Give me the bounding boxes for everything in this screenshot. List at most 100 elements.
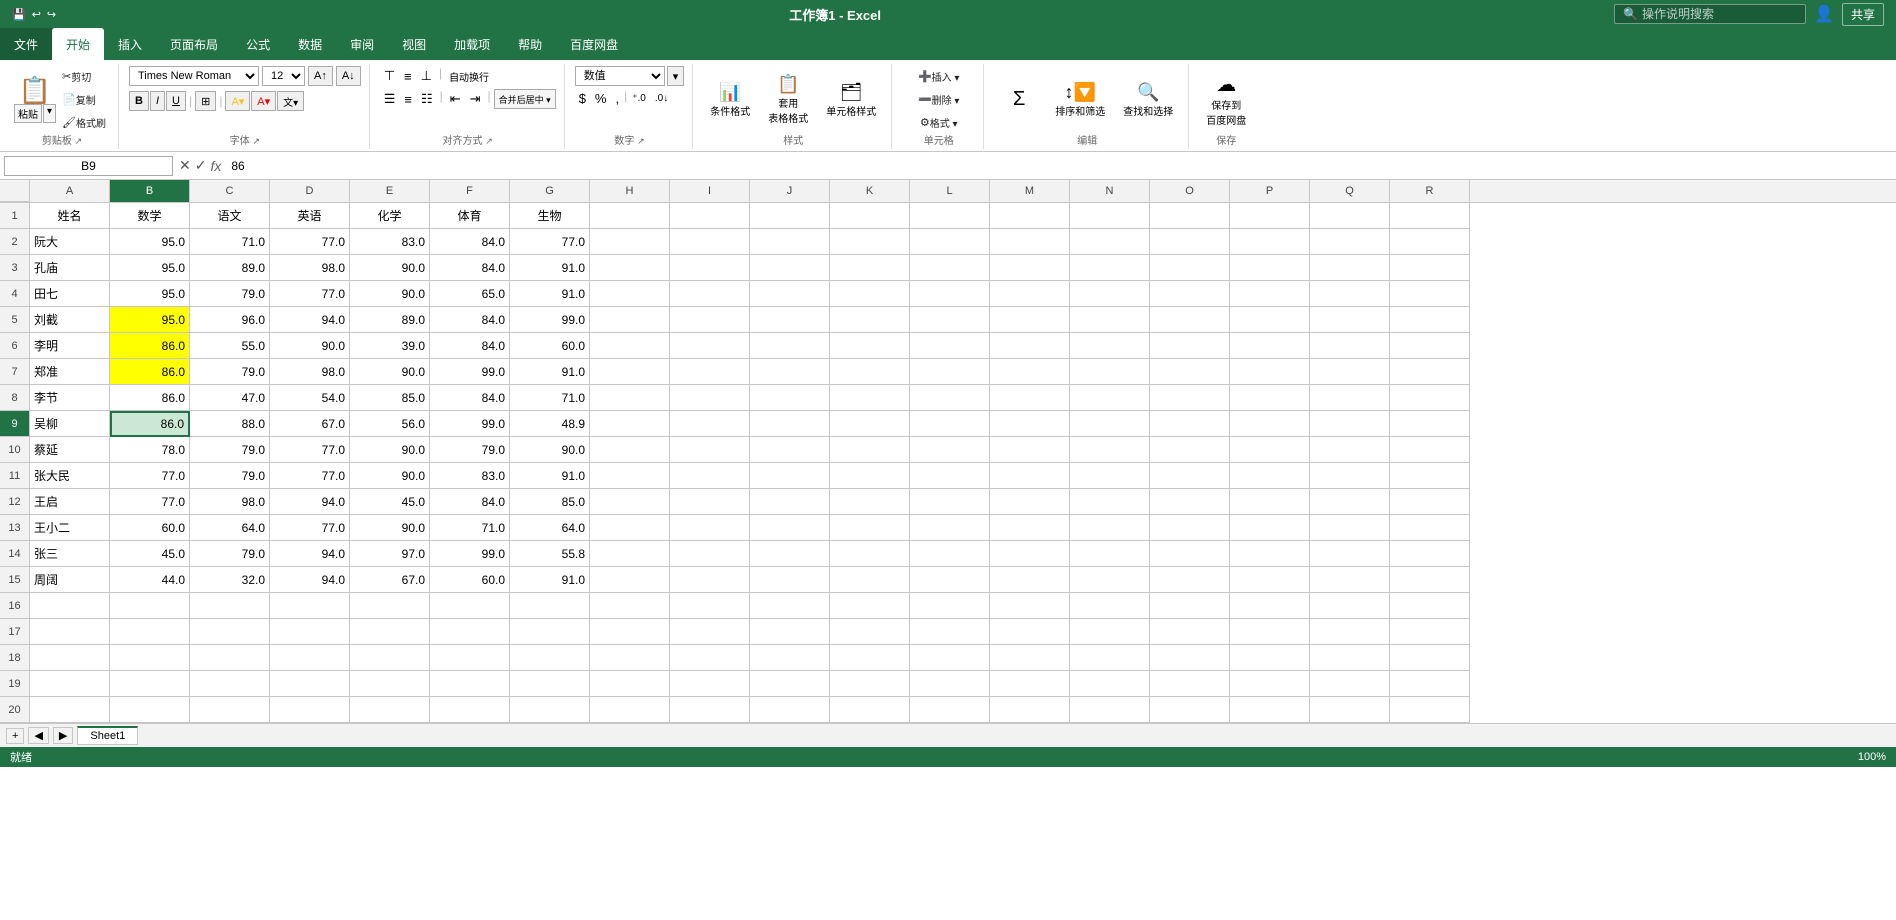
cell-P1[interactable] — [1230, 203, 1310, 229]
cell-A9[interactable]: 吴柳 — [30, 411, 110, 437]
cell-L2[interactable] — [910, 229, 990, 255]
cell-B15[interactable]: 44.0 — [110, 567, 190, 593]
tab-addins[interactable]: 加载项 — [440, 28, 504, 60]
cell-C1[interactable]: 语文 — [190, 203, 270, 229]
cancel-formula-button[interactable]: ✕ — [179, 157, 191, 174]
tab-help[interactable]: 帮助 — [504, 28, 556, 60]
wenzipa-button[interactable]: 文▾ — [277, 91, 304, 111]
cell-F7[interactable]: 99.0 — [430, 359, 510, 385]
cell-D9[interactable]: 67.0 — [270, 411, 350, 437]
cell-G11[interactable]: 91.0 — [510, 463, 590, 489]
cell-G10[interactable]: 90.0 — [510, 437, 590, 463]
tab-data[interactable]: 数据 — [284, 28, 336, 60]
tab-home[interactable]: 开始 — [52, 28, 104, 60]
col-header-D[interactable]: D — [270, 180, 350, 202]
cell-H1[interactable] — [590, 203, 670, 229]
tab-baidu[interactable]: 百度网盘 — [556, 28, 632, 60]
tab-pagelayout[interactable]: 页面布局 — [156, 28, 232, 60]
wrap-text-button[interactable]: 自动换行 — [445, 66, 493, 86]
align-middle-button[interactable]: ≡ — [400, 66, 416, 86]
cell-Q2[interactable] — [1310, 229, 1390, 255]
cell-E15[interactable]: 67.0 — [350, 567, 430, 593]
search-input[interactable] — [1642, 7, 1797, 21]
cell-D15[interactable]: 94.0 — [270, 567, 350, 593]
cell-F9[interactable]: 99.0 — [430, 411, 510, 437]
decrease-font-button[interactable]: A↓ — [336, 66, 361, 86]
cell-A5[interactable]: 刘截 — [30, 307, 110, 333]
row-num-8[interactable]: 8 — [0, 385, 30, 411]
row-num-6[interactable]: 6 — [0, 333, 30, 359]
align-bottom-button[interactable]: ⊥ — [417, 66, 436, 86]
cell-B1[interactable]: 数学 — [110, 203, 190, 229]
outdent-button[interactable]: ⇤ — [446, 89, 465, 109]
cell-G7[interactable]: 91.0 — [510, 359, 590, 385]
align-right-button[interactable]: ☷ — [417, 89, 437, 109]
increase-font-button[interactable]: A↑ — [308, 66, 333, 86]
row-num-3[interactable]: 3 — [0, 255, 30, 281]
tab-file[interactable]: 文件 — [0, 28, 52, 60]
comma-button[interactable]: , — [611, 89, 623, 108]
cell-F12[interactable]: 84.0 — [430, 489, 510, 515]
cell-A3[interactable]: 孔庙 — [30, 255, 110, 281]
cell-C3[interactable]: 89.0 — [190, 255, 270, 281]
cell-D14[interactable]: 94.0 — [270, 541, 350, 567]
cell-A13[interactable]: 王小二 — [30, 515, 110, 541]
cell-O2[interactable] — [1150, 229, 1230, 255]
cell-B7[interactable]: 86.0 — [110, 359, 190, 385]
cell-D7[interactable]: 98.0 — [270, 359, 350, 385]
paste-label[interactable]: 粘贴 — [14, 104, 42, 123]
bold-button[interactable]: B — [129, 91, 149, 111]
align-center-button[interactable]: ≡ — [400, 89, 416, 109]
col-header-O[interactable]: O — [1150, 180, 1230, 202]
cell-B3[interactable]: 95.0 — [110, 255, 190, 281]
cell-D3[interactable]: 98.0 — [270, 255, 350, 281]
cell-C14[interactable]: 79.0 — [190, 541, 270, 567]
col-header-E[interactable]: E — [350, 180, 430, 202]
quick-access-redo[interactable]: ↪ — [47, 8, 56, 21]
number-format-select[interactable]: 数值 — [575, 66, 665, 86]
col-header-G[interactable]: G — [510, 180, 590, 202]
save-baidu-button[interactable]: ☁ 保存到百度网盘 — [1199, 68, 1253, 131]
sheet-tab-1[interactable]: Sheet1 — [77, 726, 138, 745]
sum-button[interactable]: Σ — [994, 84, 1044, 115]
cell-N2[interactable] — [1070, 229, 1150, 255]
sort-filter-button[interactable]: ↕🔽 排序和筛选 — [1048, 78, 1112, 122]
cell-A8[interactable]: 李节 — [30, 385, 110, 411]
cell-C7[interactable]: 79.0 — [190, 359, 270, 385]
paste-dropdown[interactable]: ▾ — [43, 104, 56, 123]
cell-E11[interactable]: 90.0 — [350, 463, 430, 489]
cell-C12[interactable]: 98.0 — [190, 489, 270, 515]
add-sheet-button[interactable]: + — [6, 728, 24, 744]
cell-A10[interactable]: 蔡延 — [30, 437, 110, 463]
font-name-select[interactable]: Times New Roman — [129, 66, 259, 86]
cell-C8[interactable]: 47.0 — [190, 385, 270, 411]
row-num-12[interactable]: 12 — [0, 489, 30, 515]
format-cells-button[interactable]: ⚙ 格式 ▾ — [916, 112, 962, 133]
cell-F15[interactable]: 60.0 — [430, 567, 510, 593]
tab-review[interactable]: 审阅 — [336, 28, 388, 60]
cell-L1[interactable] — [910, 203, 990, 229]
cell-D8[interactable]: 54.0 — [270, 385, 350, 411]
next-sheet-button[interactable]: ▶ — [53, 727, 73, 744]
row-num-14[interactable]: 14 — [0, 541, 30, 567]
indent-button[interactable]: ⇥ — [466, 89, 485, 109]
fx-button[interactable]: fx — [210, 158, 221, 174]
cut-button[interactable]: ✂ 剪切 — [58, 66, 110, 87]
cell-E5[interactable]: 89.0 — [350, 307, 430, 333]
cell-C4[interactable]: 79.0 — [190, 281, 270, 307]
decrease-decimal-button[interactable]: .0↓ — [651, 89, 672, 108]
percent-button[interactable]: % — [591, 89, 611, 108]
cell-A12[interactable]: 王启 — [30, 489, 110, 515]
format-painter-button[interactable]: 🖌 格式刷 — [58, 112, 110, 133]
tab-view[interactable]: 视图 — [388, 28, 440, 60]
cell-R2[interactable] — [1390, 229, 1470, 255]
cell-B2[interactable]: 95.0 — [110, 229, 190, 255]
row-num-11[interactable]: 11 — [0, 463, 30, 489]
col-header-I[interactable]: I — [670, 180, 750, 202]
col-header-L[interactable]: L — [910, 180, 990, 202]
cell-E1[interactable]: 化学 — [350, 203, 430, 229]
share-button[interactable]: 共享 — [1842, 3, 1884, 26]
fill-color-button[interactable]: A▾ — [225, 91, 250, 111]
col-header-C[interactable]: C — [190, 180, 270, 202]
col-header-K[interactable]: K — [830, 180, 910, 202]
